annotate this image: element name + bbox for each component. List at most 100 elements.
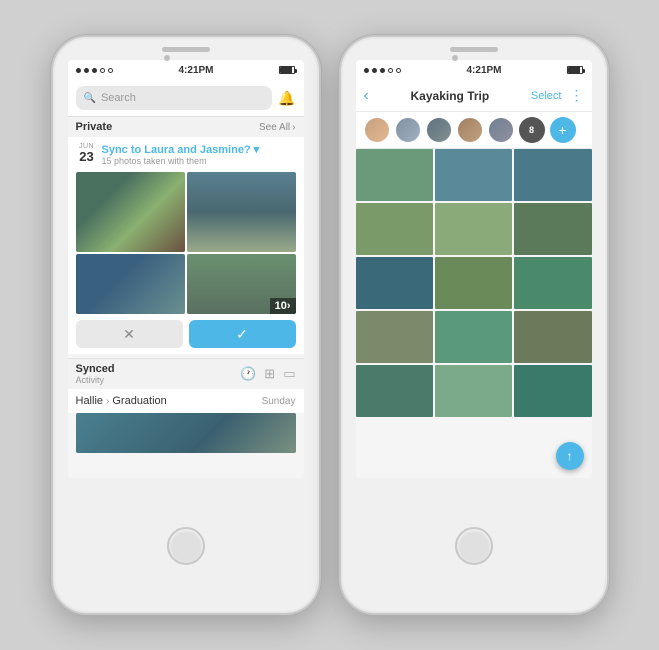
search-bar: 🔍 Search 🔔	[68, 80, 304, 116]
kayak-photo-12[interactable]	[514, 311, 591, 363]
volume-buttons-right	[339, 157, 341, 209]
kayak-photo-13[interactable]	[356, 365, 433, 417]
avatar-add-button[interactable]: +	[550, 117, 576, 143]
signal-dot-5	[108, 68, 113, 73]
kayak-photo-10[interactable]	[356, 311, 433, 363]
iphone-top-left	[53, 37, 319, 56]
photo-count-text: 10›	[275, 300, 291, 312]
kayak-photo-15[interactable]	[514, 365, 591, 417]
signal-dot-4	[100, 68, 105, 73]
see-all-label: See All	[259, 122, 290, 133]
search-box[interactable]: 🔍 Search	[76, 86, 273, 110]
decline-button[interactable]: ✕	[76, 320, 183, 348]
card-title-text: Sync to Laura and Jasmine?	[102, 144, 251, 156]
avatar-5[interactable]	[488, 117, 514, 143]
clock-icon[interactable]: 🕐	[240, 366, 256, 382]
search-placeholder: Search	[101, 92, 136, 104]
power-button	[319, 197, 321, 227]
card-title: Sync to Laura and Jasmine? ▾	[102, 143, 296, 156]
avatar-1[interactable]	[364, 117, 390, 143]
kayaking-photos: ↑	[356, 149, 592, 478]
grid-icon[interactable]: ⊞	[264, 366, 275, 382]
signal-dot-r1	[364, 68, 369, 73]
battery-left	[279, 66, 295, 74]
more-button[interactable]: ⋮	[569, 87, 583, 104]
signal-dot-r3	[380, 68, 385, 73]
signal-dot-3	[92, 68, 97, 73]
kayak-photo-11[interactable]	[435, 311, 512, 363]
synced-section-header: Synced Activity 🕐 ⊞ ▭	[68, 358, 304, 389]
signal-dot-2	[84, 68, 89, 73]
date-box: JUN 23	[76, 143, 98, 163]
card-title-area: Sync to Laura and Jasmine? ▾ 15 photos t…	[102, 143, 296, 166]
power-button-right	[607, 197, 609, 227]
left-phone: 4:21PM 🔍 Search 🔔	[51, 35, 321, 615]
card-subtitle: 15 photos taken with them	[102, 156, 296, 166]
synced-subtitle: Activity	[76, 375, 115, 385]
kayaking-nav: ‹ Kayaking Trip Select ⋮	[356, 80, 592, 112]
album-thumbnail	[76, 413, 296, 453]
home-button-left[interactable]	[167, 527, 205, 565]
see-all-chevron: ›	[292, 122, 295, 133]
synced-section: Synced Activity 🕐 ⊞ ▭ Hallie	[68, 358, 304, 457]
avatar-2[interactable]	[395, 117, 421, 143]
home-button-right[interactable]	[455, 527, 493, 565]
back-button[interactable]: ‹	[364, 87, 369, 105]
camera-dot-right	[452, 55, 458, 61]
status-time-left: 4:21PM	[178, 65, 213, 76]
album-destination: Graduation	[112, 395, 166, 407]
signal-dot-r4	[388, 68, 393, 73]
status-time-right: 4:21PM	[466, 65, 501, 76]
private-section-header: Private See All ›	[68, 116, 304, 137]
kayak-photo-8[interactable]	[435, 257, 512, 309]
kayak-photo-4[interactable]	[356, 203, 433, 255]
photo-cell-2[interactable]	[187, 172, 296, 252]
synced-title-area: Synced Activity	[76, 363, 115, 385]
carrier-signal-right	[364, 68, 401, 73]
decline-icon: ✕	[123, 326, 135, 343]
accept-button[interactable]: ✓	[189, 320, 296, 348]
avatar-count-badge[interactable]: 8	[519, 117, 545, 143]
photo-cell-1[interactable]	[76, 172, 185, 252]
kayak-photo-2[interactable]	[435, 149, 512, 201]
speaker-right	[450, 47, 498, 52]
battery-icon-right	[567, 66, 583, 74]
avatar-4[interactable]	[457, 117, 483, 143]
iphone-bottom-left	[167, 478, 205, 613]
photo-cell-3[interactable]	[76, 254, 185, 314]
action-buttons: ✕ ✓	[76, 320, 296, 348]
status-bar-left: 4:21PM	[68, 60, 304, 80]
album-owner: Hallie	[76, 395, 104, 407]
speaker-left	[162, 47, 210, 52]
photo-cell-4[interactable]: 10›	[187, 254, 296, 314]
photo-count-overlay: 10›	[270, 298, 296, 314]
accept-icon: ✓	[236, 326, 248, 343]
kayak-photo-14[interactable]	[435, 365, 512, 417]
private-card: JUN 23 Sync to Laura and Jasmine? ▾ 15 p…	[68, 137, 304, 354]
private-title: Private	[76, 121, 113, 133]
notifications-icon[interactable]: 🔔	[278, 90, 295, 107]
avatar-3[interactable]	[426, 117, 452, 143]
kayak-photo-3[interactable]	[514, 149, 591, 201]
select-button[interactable]: Select	[531, 90, 562, 102]
kayak-photo-9[interactable]	[514, 257, 591, 309]
share-fab-button[interactable]: ↑	[556, 442, 584, 470]
signal-dot-r5	[396, 68, 401, 73]
album-title-right: Kayaking Trip	[411, 89, 490, 103]
right-phone: 4:21PM ‹ Kayaking Trip Select ⋮	[339, 35, 609, 615]
kayak-photo-1[interactable]	[356, 149, 433, 201]
list-icon[interactable]: ▭	[283, 366, 295, 382]
kayak-photo-5[interactable]	[435, 203, 512, 255]
share-fab-icon: ↑	[567, 449, 573, 463]
album-row[interactable]: Hallie › Graduation Sunday	[68, 389, 304, 413]
volume-buttons	[51, 157, 53, 209]
signal-dot-r2	[372, 68, 377, 73]
kayak-photo-7[interactable]	[356, 257, 433, 309]
see-all-button[interactable]: See All ›	[259, 122, 295, 133]
photo-grid: 10›	[76, 172, 296, 314]
avatar-row: 8 +	[356, 112, 592, 149]
kayak-photo-6[interactable]	[514, 203, 591, 255]
nav-actions: Select ⋮	[531, 87, 584, 104]
camera-dot-left	[164, 55, 170, 61]
left-screen: 4:21PM 🔍 Search 🔔	[68, 60, 304, 478]
